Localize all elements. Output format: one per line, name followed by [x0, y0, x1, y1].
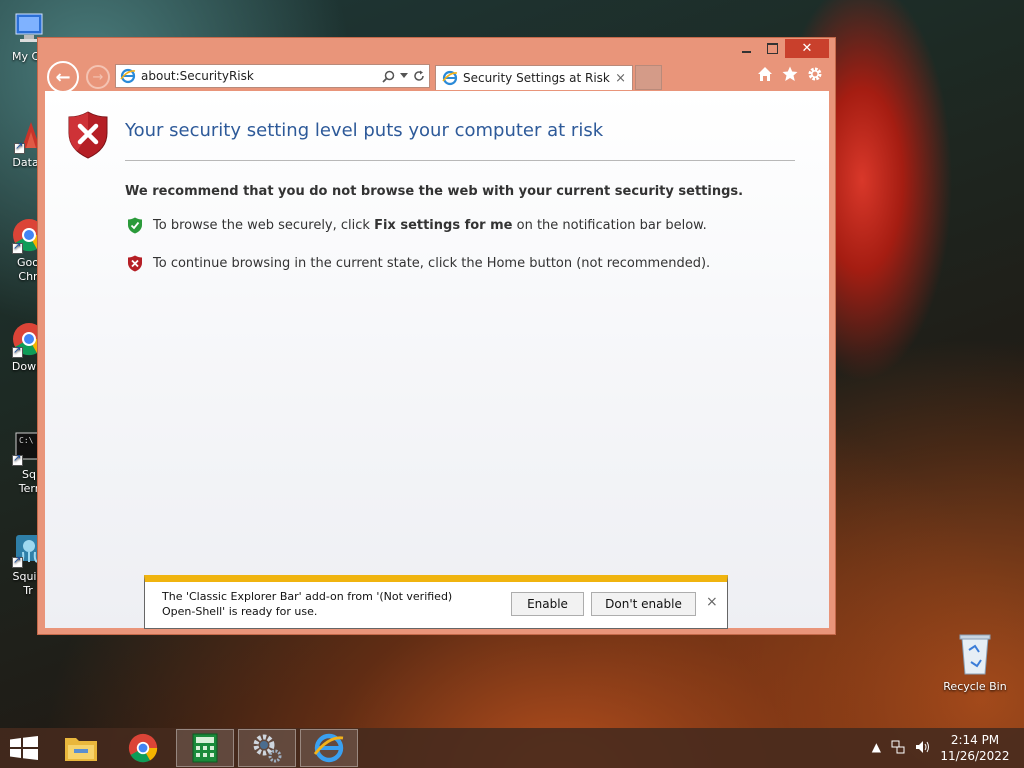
gear-icon[interactable]	[807, 66, 823, 82]
dropdown-arrow-icon[interactable]	[400, 73, 408, 79]
system-tray: ▲	[872, 740, 931, 754]
page-title: Your security setting level puts your co…	[125, 120, 604, 141]
browser-window: ✕ ← → about:SecurityRisk Security Settin…	[37, 37, 836, 635]
clock-date: 11/26/2022	[940, 749, 1010, 763]
new-tab-button[interactable]	[635, 65, 662, 90]
back-button[interactable]: ←	[47, 61, 79, 93]
green-shield-icon	[128, 217, 142, 234]
maximize-button[interactable]	[759, 39, 785, 58]
bullet-continue-browsing: To continue browsing in the current stat…	[127, 255, 710, 272]
network-icon[interactable]	[891, 740, 905, 754]
home-icon[interactable]	[757, 66, 773, 82]
desktop-icon-recycle-bin[interactable]: Recycle Bin	[940, 632, 1010, 694]
page-content: Your security setting level puts your co…	[45, 91, 829, 628]
recycle-bin-icon	[957, 632, 993, 676]
tab-close-button[interactable]: ×	[615, 71, 626, 86]
search-icon[interactable]	[382, 70, 395, 83]
notification-close-button[interactable]: ×	[706, 594, 718, 610]
tab-security-settings[interactable]: Security Settings at Risk ×	[435, 65, 633, 90]
address-tools	[382, 70, 425, 83]
chrome-icon	[128, 733, 158, 763]
volume-icon[interactable]	[915, 740, 931, 754]
settings-gear-icon	[253, 734, 282, 763]
desktop-icon-label: Recycle Bin	[943, 680, 1007, 693]
folder-icon	[65, 738, 97, 761]
tray-expand-icon[interactable]: ▲	[872, 740, 881, 754]
bullet-text-post: on the notification bar below.	[512, 218, 707, 233]
enable-button[interactable]: Enable	[511, 592, 584, 616]
taskbar-file-explorer[interactable]	[52, 729, 110, 767]
bullet-fix-settings: To browse the web securely, click Fix se…	[127, 217, 707, 234]
window-controls: ✕	[733, 39, 829, 58]
calculator-icon	[192, 733, 218, 763]
taskbar-chrome[interactable]	[114, 729, 172, 767]
tab-title: Security Settings at Risk	[463, 71, 610, 85]
clock[interactable]: 2:14 PM 11/26/2022	[938, 732, 1012, 764]
minimize-button[interactable]	[733, 39, 759, 58]
notification-message: The 'Classic Explorer Bar' add-on from '…	[162, 590, 453, 618]
dont-enable-button[interactable]: Don't enable	[591, 592, 696, 616]
start-windows-icon[interactable]	[10, 736, 38, 760]
clock-time: 2:14 PM	[950, 733, 1000, 747]
ie-page-icon	[120, 68, 136, 84]
taskbar: ▲ 2:14 PM 11/26/2022	[0, 728, 1024, 768]
security-shield-error-icon	[68, 111, 108, 159]
svg-text:C:\: C:\	[19, 436, 34, 445]
close-window-button[interactable]: ✕	[785, 39, 829, 58]
address-bar[interactable]: about:SecurityRisk	[115, 64, 430, 88]
command-icons	[757, 66, 823, 82]
notification-bar: The 'Classic Explorer Bar' add-on from '…	[144, 575, 728, 629]
address-text: about:SecurityRisk	[141, 69, 254, 83]
forward-button[interactable]: →	[86, 65, 110, 89]
shortcut-arrow-icon	[12, 453, 23, 466]
taskbar-internet-explorer[interactable]	[300, 729, 358, 767]
favorites-star-icon[interactable]	[782, 66, 798, 82]
bullet-text: To continue browsing in the current stat…	[153, 256, 711, 271]
ie-tab-icon	[442, 70, 458, 86]
shortcut-arrow-icon	[12, 555, 23, 568]
internet-explorer-icon	[313, 733, 344, 763]
bullet-text-bold: Fix settings for me	[374, 218, 513, 233]
divider	[125, 160, 795, 161]
taskbar-settings[interactable]	[238, 729, 296, 767]
shortcut-arrow-icon	[14, 141, 25, 154]
refresh-icon[interactable]	[413, 70, 425, 82]
shortcut-arrow-icon	[12, 345, 23, 358]
shortcut-arrow-icon	[12, 241, 23, 254]
taskbar-calculator[interactable]	[176, 729, 234, 767]
recommendation-text: We recommend that you do not browse the …	[125, 184, 744, 199]
bullet-text-pre: To browse the web securely, click	[153, 218, 375, 233]
red-shield-icon	[128, 255, 142, 272]
